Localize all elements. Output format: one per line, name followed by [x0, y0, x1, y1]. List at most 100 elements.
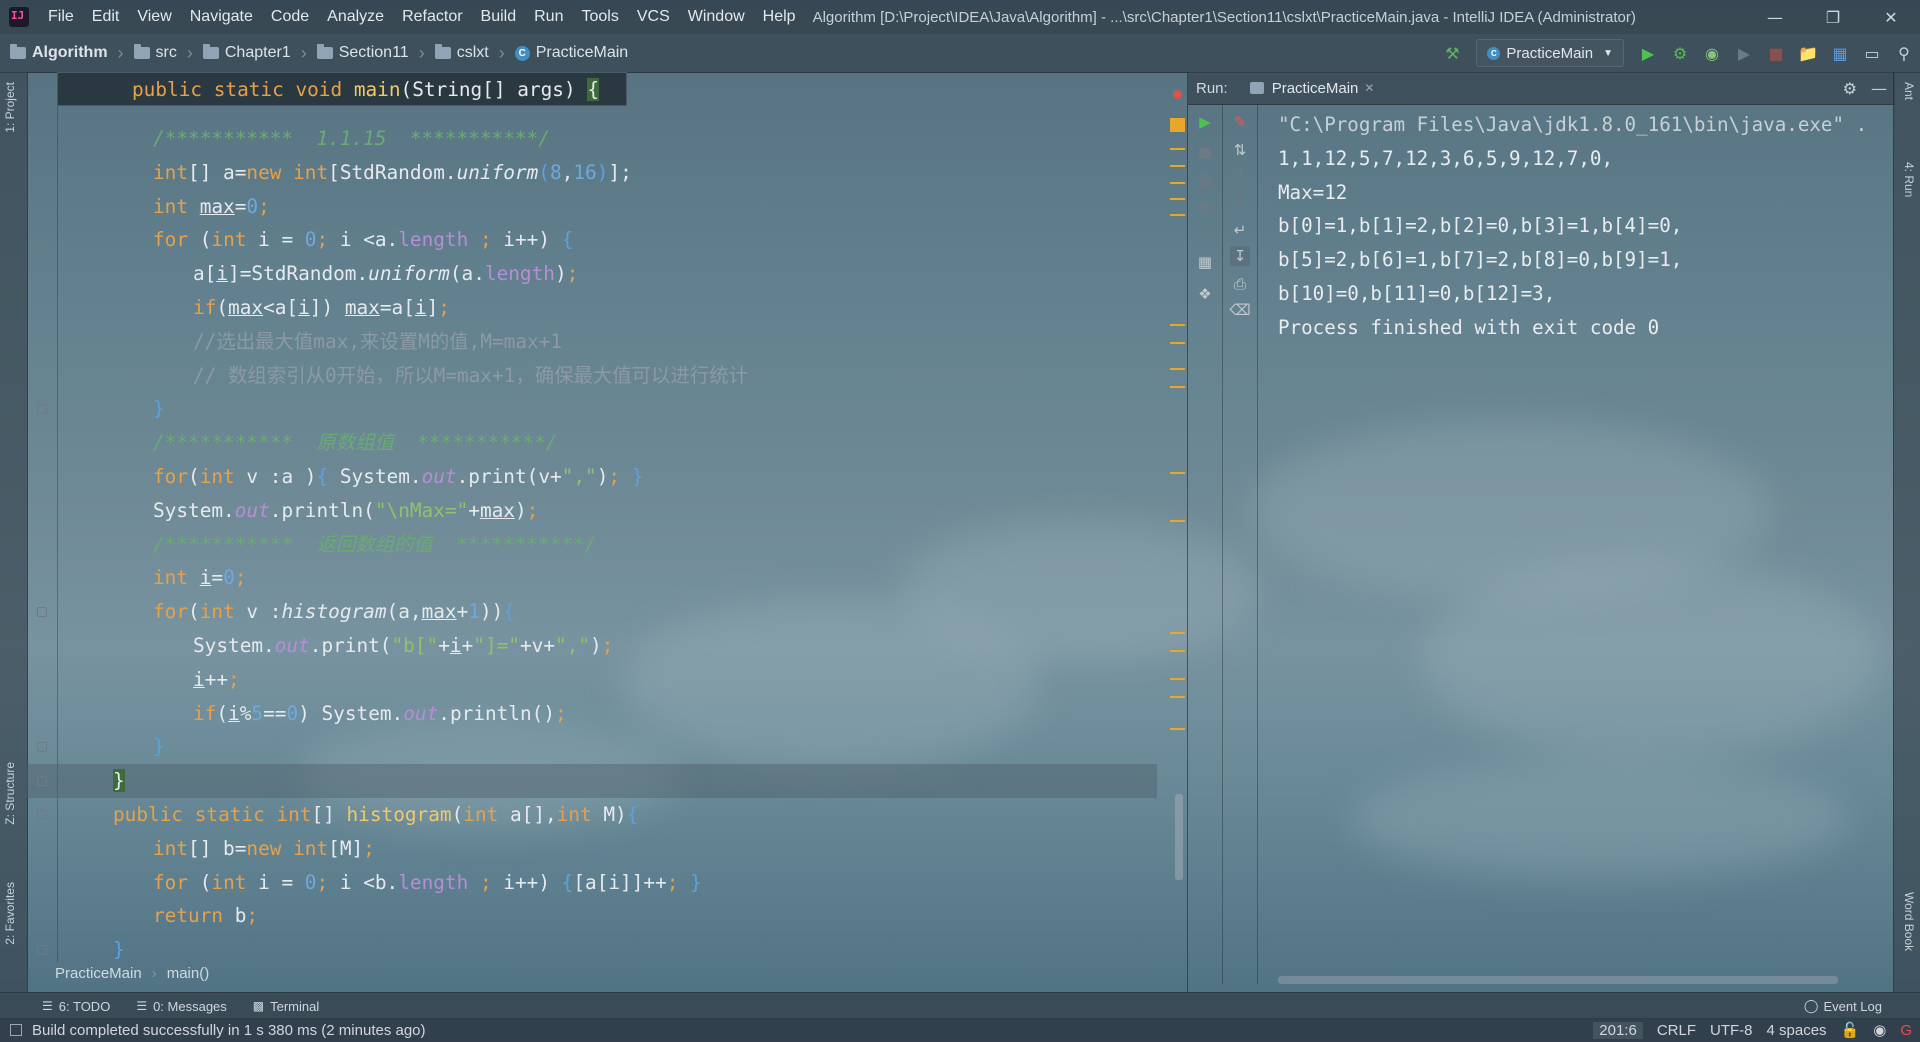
caret-position[interactable]: 201:6 — [1593, 1021, 1643, 1039]
code-line: } — [27, 730, 1157, 764]
rerun-icon[interactable]: ▶ — [1195, 112, 1215, 132]
tab-word-book[interactable]: Word Book — [1902, 892, 1916, 951]
trash-icon[interactable]: ⌫ — [1229, 300, 1250, 320]
stop-icon[interactable]: ■ — [1762, 39, 1790, 67]
breadcrumb-section11[interactable]: Section11 › — [316, 43, 425, 64]
code-line: return b; — [153, 904, 259, 928]
profile-icon[interactable]: ▶ — [1730, 39, 1758, 67]
stop-icon[interactable]: ■ — [1195, 142, 1215, 162]
messages-button[interactable]: ☰ 0: Messages — [136, 999, 226, 1014]
java-class-icon: C — [1487, 46, 1501, 60]
editor-scrollbar[interactable] — [1175, 794, 1183, 880]
breadcrumb-src[interactable]: src › — [133, 43, 193, 64]
code-line: //选出最大值max,来设置M的值,M=max+1 — [193, 329, 563, 353]
line-separator[interactable]: CRLF — [1657, 1022, 1696, 1039]
breadcrumb-practicemain[interactable]: C PracticeMain — [514, 44, 628, 62]
settings-gear-icon[interactable]: ⚙ — [1843, 79, 1857, 98]
file-encoding[interactable]: UTF-8 — [1710, 1022, 1753, 1039]
menu-tools[interactable]: Tools — [572, 8, 627, 26]
menu-run[interactable]: Run — [525, 8, 572, 26]
code-line: i++; — [193, 667, 240, 691]
menu-bar: File Edit View Navigate Code Analyze Ref… — [0, 0, 1920, 34]
terminal-button[interactable]: ▩ Terminal — [253, 999, 319, 1014]
menu-vcs[interactable]: VCS — [628, 8, 679, 26]
menu-code[interactable]: Code — [262, 8, 318, 26]
exit-icon[interactable]: ▭ — [1195, 222, 1215, 242]
restore-layout-icon[interactable]: ▤ — [1195, 170, 1215, 190]
menu-help[interactable]: Help — [754, 8, 805, 26]
status-message[interactable]: Build completed successfully in 1 s 380 … — [32, 1022, 426, 1039]
breadcrumb-chapter1[interactable]: Chapter1 › — [202, 43, 307, 64]
editor-breadcrumb: PracticeMain › main() — [55, 964, 210, 982]
translate-icon[interactable]: ▦ — [1826, 39, 1854, 67]
layout-icon[interactable]: ▦ — [1195, 252, 1215, 272]
code-line: for (int i = 0; i <a.length ; i++) { — [27, 223, 1157, 257]
console-line: Process finished with exit code 0 — [1278, 315, 1660, 339]
folder-icon — [202, 44, 219, 59]
window-title: Algorithm [D:\Project\IDEA\Java\Algorith… — [812, 8, 1636, 26]
up-arrow-icon[interactable]: ↑ — [1230, 166, 1250, 186]
editor-crumb-method[interactable]: main() — [167, 965, 210, 982]
tab-favorites[interactable]: 2: Favorites — [3, 882, 17, 945]
console-line: "C:\Program Files\Java\jdk1.8.0_161\bin\… — [1278, 113, 1868, 136]
run-configuration-select[interactable]: C PracticeMain ▼ — [1476, 39, 1624, 67]
pin-icon[interactable]: ❖ — [1195, 284, 1215, 304]
camera-icon[interactable]: ◉ — [1195, 196, 1215, 216]
code-line-current: } — [27, 764, 1157, 798]
scroll-to-end-icon[interactable]: ↧ — [1230, 246, 1250, 266]
minimize-icon[interactable]: — — [1746, 0, 1804, 34]
console-line: 1,1,12,5,7,12,3,6,5,9,12,7,0, — [1278, 146, 1614, 170]
indent-setting[interactable]: 4 spaces — [1767, 1022, 1827, 1039]
clear-edit-icon[interactable]: ✎ — [1230, 112, 1250, 132]
google-translate-icon[interactable]: G — [1900, 1022, 1912, 1039]
editor-crumb-class[interactable]: PracticeMain — [55, 965, 142, 982]
left-tool-strip: 1: Project Z: Structure 2: Favorites — [0, 72, 28, 992]
console-horizontal-scrollbar[interactable] — [1278, 976, 1838, 984]
breadcrumb-cslxt[interactable]: cslxt › — [434, 43, 505, 64]
event-log-button[interactable]: ◯ Event Log — [1804, 993, 1882, 1019]
code-line: public static int[] histogram(int a[],in… — [27, 798, 1157, 832]
run-icon[interactable]: ▶ — [1634, 39, 1662, 67]
code-line: System.out.println("\nMax="+max); — [153, 498, 539, 522]
tool-windows-toggle-icon[interactable] — [10, 1024, 22, 1036]
todo-button[interactable]: ☰ 6: TODO — [42, 999, 110, 1014]
tab-project[interactable]: 1: Project — [3, 82, 17, 133]
build-hammer-icon[interactable]: ⚒ — [1438, 39, 1466, 67]
tab-run[interactable]: 4: Run — [1902, 162, 1916, 197]
coverage-icon[interactable]: ◉ — [1698, 39, 1726, 67]
sort-icon[interactable]: ⇅ — [1230, 140, 1250, 160]
menu-navigate[interactable]: Navigate — [181, 8, 262, 26]
menu-refactor[interactable]: Refactor — [393, 8, 471, 26]
presentation-mode-icon[interactable]: ▭ — [1858, 39, 1886, 67]
java-class-icon: C — [514, 45, 530, 61]
tab-ant[interactable]: Ant — [1902, 82, 1916, 100]
code-line: } — [27, 392, 1157, 426]
restore-icon[interactable]: ❐ — [1804, 0, 1862, 34]
project-structure-icon[interactable]: 📁 — [1794, 39, 1822, 67]
run-toolbar-secondary: ✎ ⇅ ↑ ↓ ↵ ↧ ⎙ ⌫ — [1223, 104, 1258, 984]
menu-file[interactable]: File — [39, 8, 83, 26]
debug-bug-icon[interactable]: ⚙ — [1666, 39, 1694, 67]
tab-structure[interactable]: Z: Structure — [3, 762, 17, 825]
terminal-icon: ▩ — [252, 999, 265, 1013]
down-arrow-icon[interactable]: ↓ — [1230, 192, 1250, 212]
inspector-icon[interactable]: ◉ — [1873, 1021, 1886, 1039]
soft-wrap-icon[interactable]: ↵ — [1230, 220, 1250, 240]
console-line: b[0]=1,b[1]=2,b[2]=0,b[3]=1,b[4]=0, — [1278, 214, 1683, 238]
close-tab-icon[interactable]: ✕ — [1364, 81, 1374, 95]
print-icon[interactable]: ⎙ — [1230, 274, 1250, 294]
breadcrumb-project[interactable]: Algorithm › — [10, 43, 124, 64]
menu-view[interactable]: View — [128, 8, 180, 26]
run-tab-practicemain[interactable]: PracticeMain ✕ — [1249, 80, 1374, 97]
menu-build[interactable]: Build — [472, 8, 526, 26]
lock-icon[interactable]: 🔓 — [1841, 1021, 1860, 1039]
close-icon[interactable]: ✕ — [1862, 0, 1920, 34]
code-editor[interactable]: public static void main(String[] args) {… — [27, 72, 1187, 992]
menu-edit[interactable]: Edit — [83, 8, 129, 26]
hide-panel-icon[interactable]: — — [1871, 79, 1887, 98]
search-everywhere-icon[interactable]: ⚲ — [1890, 39, 1918, 67]
menu-window[interactable]: Window — [679, 8, 754, 26]
status-bar: Build completed successfully in 1 s 380 … — [0, 1018, 1920, 1042]
console-output[interactable]: "C:\Program Files\Java\jdk1.8.0_161\bin\… — [1278, 108, 1867, 345]
menu-analyze[interactable]: Analyze — [318, 8, 393, 26]
